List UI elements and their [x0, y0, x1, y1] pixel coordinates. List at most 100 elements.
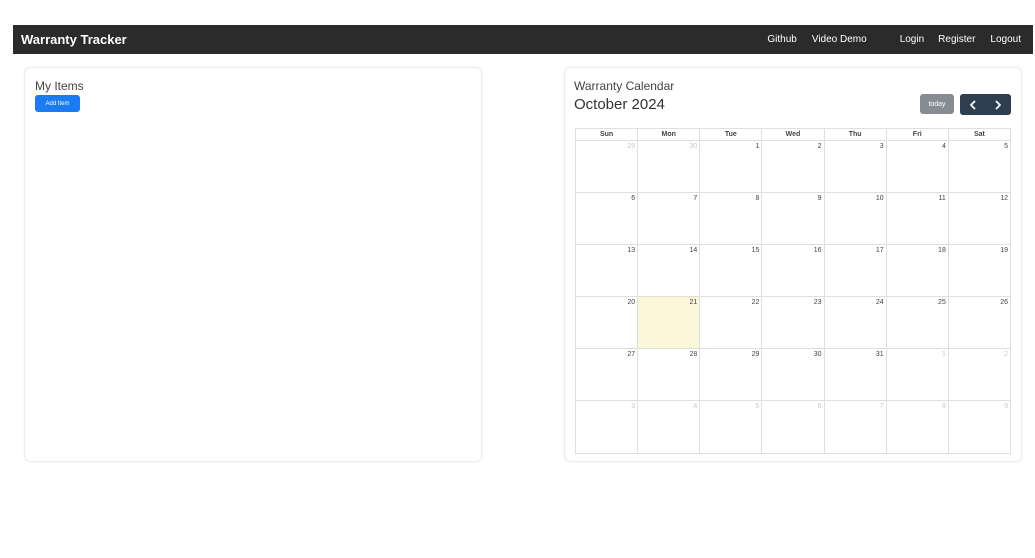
- day-number: 29: [751, 351, 760, 358]
- calendar-grid: Sun Mon Tue Wed Thu Fri Sat 29 30 1 2 3 …: [575, 128, 1011, 454]
- calendar-week: 20 21 22 23 24 25 26: [576, 297, 1010, 349]
- day-number: 25: [938, 299, 946, 306]
- my-items-title: My Items: [35, 79, 84, 93]
- calendar-day[interactable]: 17: [823, 245, 886, 296]
- day-number: 3: [631, 403, 636, 410]
- calendar-day-today[interactable]: 21: [637, 297, 700, 348]
- calendar-day[interactable]: 5: [947, 141, 1010, 192]
- calendar-day[interactable]: 8: [885, 401, 948, 453]
- chevron-left-icon: [969, 100, 976, 109]
- calendar-week: 3 4 5 6 7 8 9: [576, 401, 1010, 453]
- calendar-week: 13 14 15 16 17 18 19: [576, 245, 1010, 297]
- calendar-day[interactable]: 29: [699, 349, 761, 400]
- day-number: 18: [938, 247, 946, 254]
- calendar-day[interactable]: 3: [576, 401, 637, 453]
- calendar-day[interactable]: 9: [947, 401, 1010, 453]
- day-number: 6: [631, 195, 636, 202]
- calendar-day[interactable]: 20: [576, 297, 637, 348]
- calendar-day[interactable]: 30: [637, 141, 699, 192]
- day-number: 14: [689, 247, 698, 254]
- calendar-week: 29 30 1 2 3 4 5: [576, 141, 1010, 193]
- calendar-day[interactable]: 12: [947, 193, 1010, 244]
- calendar-day[interactable]: 9: [761, 193, 823, 244]
- calendar-day[interactable]: 14: [637, 245, 699, 296]
- dow-wed: Wed: [761, 129, 823, 140]
- calendar-day[interactable]: 2: [947, 349, 1010, 400]
- calendar-day[interactable]: 23: [761, 297, 823, 348]
- day-number: 10: [875, 195, 884, 202]
- add-item-button[interactable]: Add Item: [35, 95, 80, 112]
- calendar-day[interactable]: 19: [947, 245, 1010, 296]
- nav-links: Github Video Demo Login Register Logout: [767, 34, 1021, 45]
- day-number: 19: [1000, 247, 1008, 254]
- day-number: 20: [627, 299, 636, 306]
- day-number: 5: [1004, 143, 1008, 150]
- day-number: 9: [1004, 403, 1008, 410]
- day-of-week-header: Sun Mon Tue Wed Thu Fri Sat: [576, 129, 1010, 141]
- day-number: 5: [755, 403, 760, 410]
- calendar-day[interactable]: 7: [823, 401, 886, 453]
- nav-link-register[interactable]: Register: [938, 34, 975, 45]
- day-number: 7: [693, 195, 698, 202]
- calendar-panel-title: Warranty Calendar: [574, 79, 675, 93]
- calendar-day[interactable]: 4: [637, 401, 699, 453]
- warranty-calendar-panel: Warranty Calendar October 2024 today Sun…: [564, 67, 1022, 462]
- calendar-day[interactable]: 27: [576, 349, 637, 400]
- day-number: 28: [689, 351, 698, 358]
- prev-month-button[interactable]: [960, 94, 986, 115]
- calendar-day[interactable]: 1: [885, 349, 948, 400]
- dow-mon: Mon: [637, 129, 699, 140]
- day-number: 3: [879, 143, 884, 150]
- day-number: 15: [751, 247, 760, 254]
- calendar-day[interactable]: 8: [699, 193, 761, 244]
- calendar-day[interactable]: 6: [576, 193, 637, 244]
- calendar-day[interactable]: 18: [885, 245, 948, 296]
- day-number: 21: [689, 299, 698, 306]
- day-number: 8: [941, 403, 946, 410]
- calendar-day[interactable]: 11: [885, 193, 948, 244]
- nav-link-github[interactable]: Github: [767, 34, 796, 45]
- dow-sat: Sat: [947, 129, 1010, 140]
- day-number: 6: [817, 403, 822, 410]
- calendar-day[interactable]: 7: [637, 193, 699, 244]
- calendar-day[interactable]: 3: [823, 141, 886, 192]
- day-number: 22: [751, 299, 760, 306]
- calendar-day[interactable]: 24: [823, 297, 886, 348]
- brand-title[interactable]: Warranty Tracker: [21, 32, 127, 47]
- calendar-day[interactable]: 22: [699, 297, 761, 348]
- today-button[interactable]: today: [920, 94, 954, 114]
- day-number: 11: [938, 195, 946, 202]
- calendar-day[interactable]: 30: [761, 349, 823, 400]
- calendar-day[interactable]: 28: [637, 349, 699, 400]
- calendar-day[interactable]: 15: [699, 245, 761, 296]
- dow-thu: Thu: [823, 129, 886, 140]
- nav-link-login[interactable]: Login: [900, 34, 924, 45]
- month-nav-group: [960, 94, 1011, 115]
- day-number: 16: [813, 247, 822, 254]
- calendar-day[interactable]: 25: [885, 297, 948, 348]
- calendar-day[interactable]: 5: [699, 401, 761, 453]
- dow-sun: Sun: [599, 131, 614, 138]
- day-number: 8: [755, 195, 760, 202]
- day-number: 4: [693, 403, 698, 410]
- calendar-day[interactable]: 16: [761, 245, 823, 296]
- calendar-day[interactable]: 10: [823, 193, 886, 244]
- calendar-day[interactable]: 31: [823, 349, 886, 400]
- calendar-day[interactable]: 29: [576, 141, 637, 192]
- calendar-month-title: October 2024: [574, 96, 665, 113]
- calendar-day[interactable]: 2: [761, 141, 823, 192]
- day-number: 4: [941, 143, 946, 150]
- calendar-week: 27 28 29 30 31 1 2: [576, 349, 1010, 401]
- next-month-button[interactable]: [986, 94, 1012, 115]
- day-number: 7: [879, 403, 884, 410]
- calendar-day[interactable]: 6: [761, 401, 823, 453]
- nav-link-video-demo[interactable]: Video Demo: [812, 34, 867, 45]
- nav-link-logout[interactable]: Logout: [990, 34, 1021, 45]
- day-number: 30: [689, 143, 698, 150]
- calendar-day[interactable]: 13: [576, 245, 637, 296]
- calendar-day[interactable]: 1: [699, 141, 761, 192]
- chevron-right-icon: [995, 100, 1002, 109]
- day-number: 2: [1004, 351, 1008, 358]
- calendar-day[interactable]: 4: [885, 141, 948, 192]
- calendar-day[interactable]: 26: [947, 297, 1010, 348]
